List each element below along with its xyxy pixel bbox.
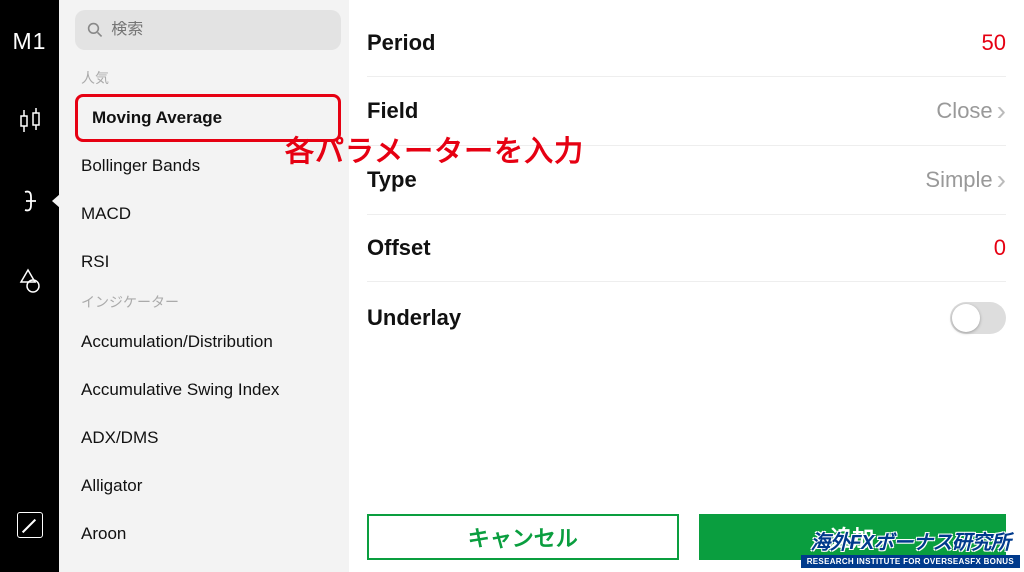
period-value[interactable]: 50 <box>982 30 1006 56</box>
watermark: 海外FXボーナス研究所 RESEARCH INSTITUTE FOR OVERS… <box>801 526 1020 568</box>
offset-value[interactable]: 0 <box>994 235 1006 261</box>
watermark-subtitle: RESEARCH INSTITUTE FOR OVERSEASFX BONUS <box>801 555 1020 568</box>
edit-icon[interactable] <box>0 496 59 554</box>
underlay-label: Underlay <box>367 305 461 331</box>
underlay-toggle[interactable] <box>950 302 1006 334</box>
shapes-icon[interactable] <box>0 252 59 310</box>
sidebar-item-rsi[interactable]: RSI <box>67 238 349 286</box>
param-period[interactable]: Period 50 <box>367 22 1006 77</box>
watermark-title: 海外FXボーナス研究所 <box>801 526 1020 555</box>
chevron-right-icon: › <box>997 166 1006 194</box>
search-field[interactable] <box>111 21 329 39</box>
param-offset[interactable]: Offset 0 <box>367 215 1006 282</box>
sidebar-item-macd[interactable]: MACD <box>67 190 349 238</box>
cancel-button[interactable]: キャンセル <box>367 514 679 560</box>
field-value[interactable]: Close› <box>936 97 1006 125</box>
type-label: Type <box>367 167 417 193</box>
indicator-sidebar: 人気 Moving Average Bollinger Bands MACD R… <box>59 0 349 572</box>
search-input[interactable] <box>75 10 341 50</box>
sidebar-item[interactable]: Accumulative Swing Index <box>67 366 349 414</box>
annotation-text: 各パラメーターを入力 <box>285 128 584 170</box>
chevron-right-icon: › <box>997 97 1006 125</box>
timeframe-button[interactable]: M1 <box>0 12 59 70</box>
parameters-panel: Period 50 Field Close› Type Simple› Offs… <box>349 0 1024 572</box>
field-label: Field <box>367 98 418 124</box>
left-toolbar: M1 <box>0 0 59 572</box>
sidebar-item[interactable]: Accumulation/Distribution <box>67 318 349 366</box>
period-label: Period <box>367 30 435 56</box>
type-value[interactable]: Simple› <box>925 166 1006 194</box>
function-icon[interactable] <box>0 172 59 230</box>
sidebar-item[interactable]: Aroon <box>67 510 349 558</box>
sidebar-item[interactable]: Alligator <box>67 462 349 510</box>
candlestick-icon[interactable] <box>0 92 59 150</box>
section-indicators: インジケーター <box>67 286 349 318</box>
section-popular: 人気 <box>67 62 349 94</box>
param-underlay[interactable]: Underlay <box>367 282 1006 354</box>
sidebar-item[interactable]: ADX/DMS <box>67 414 349 462</box>
offset-label: Offset <box>367 235 431 261</box>
